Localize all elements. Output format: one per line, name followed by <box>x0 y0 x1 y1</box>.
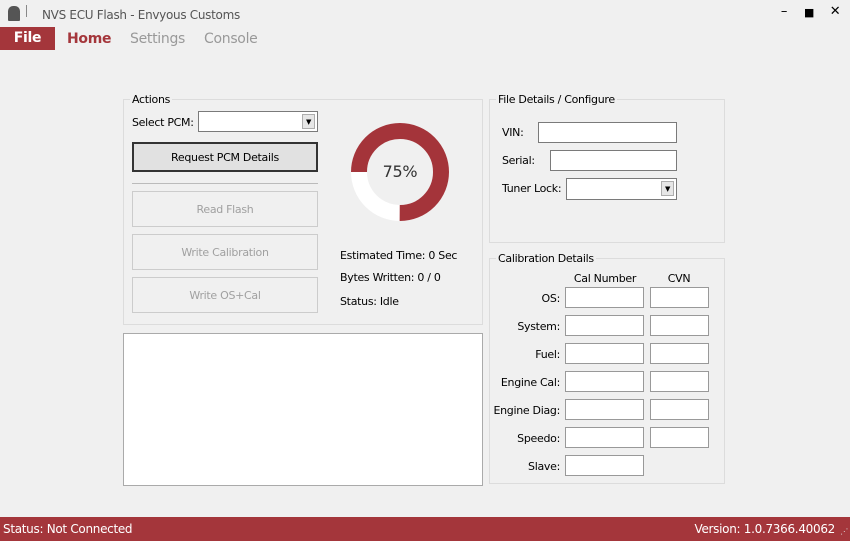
close-button[interactable]: ✕ <box>825 4 845 19</box>
cal-number-input[interactable] <box>565 287 644 308</box>
request-pcm-details-button[interactable]: Request PCM Details <box>132 142 318 172</box>
calibration-label: Calibration Details <box>496 252 596 265</box>
vin-input[interactable] <box>538 122 677 143</box>
serial-input[interactable] <box>550 150 677 171</box>
chevron-down-icon: ▼ <box>661 181 674 196</box>
cal-row-label: Engine Cal: <box>500 376 560 389</box>
estimated-time: Estimated Time: 0 Sec <box>340 249 458 262</box>
cal-row-label: System: <box>517 320 560 333</box>
select-pcm-dropdown[interactable]: ▼ <box>198 111 318 132</box>
tab-console[interactable]: Console <box>204 31 258 47</box>
chevron-down-icon: ▼ <box>302 114 315 129</box>
serial-label: Serial: <box>502 154 535 167</box>
cal-number-input[interactable] <box>565 315 644 336</box>
status-bar: Status: Not Connected Version: 1.0.7366.… <box>0 517 850 541</box>
bytes-written: Bytes Written: 0 / 0 <box>340 271 441 284</box>
cal-number-input[interactable] <box>565 427 644 448</box>
minimize-button[interactable]: – <box>774 4 794 19</box>
title-separator <box>26 5 27 17</box>
tab-home[interactable]: Home <box>67 31 112 47</box>
select-pcm-label: Select PCM: <box>132 116 194 129</box>
maximize-button[interactable]: ■ <box>799 6 819 19</box>
write-calibration-button[interactable]: Write Calibration <box>132 234 318 270</box>
file-menu[interactable]: File <box>0 27 55 50</box>
cal-row-label: Slave: <box>528 460 560 473</box>
actions-label: Actions <box>130 93 173 106</box>
cvn-input[interactable] <box>650 343 709 364</box>
cvn-input[interactable] <box>650 315 709 336</box>
resize-grip-icon[interactable]: ⋰ <box>840 527 848 536</box>
cal-number-input[interactable] <box>565 371 644 392</box>
read-flash-button[interactable]: Read Flash <box>132 191 318 227</box>
cvn-header: CVN <box>667 272 691 285</box>
flash-status: Status: Idle <box>340 295 399 308</box>
cvn-input[interactable] <box>650 427 709 448</box>
cvn-input[interactable] <box>650 287 709 308</box>
log-textbox[interactable] <box>123 333 483 486</box>
cal-row-label: Speedo: <box>517 432 560 445</box>
cal-row-label: Fuel: <box>535 348 560 361</box>
window-title: NVS ECU Flash - Envyous Customs <box>42 8 240 22</box>
file-details-label: File Details / Configure <box>496 93 617 106</box>
cal-number-input[interactable] <box>565 343 644 364</box>
tuner-lock-label: Tuner Lock: <box>502 182 562 195</box>
cal-row-label: OS: <box>541 292 561 305</box>
divider <box>132 183 318 184</box>
file-details-group <box>489 99 725 243</box>
progress-percent: 75% <box>382 162 418 181</box>
vin-label: VIN: <box>502 126 524 139</box>
connection-status: Status: Not Connected <box>3 522 133 536</box>
cal-row-label: Engine Diag: <box>493 404 560 417</box>
cal-number-input[interactable] <box>565 455 644 476</box>
write-os-cal-button[interactable]: Write OS+Cal <box>132 277 318 313</box>
tab-settings[interactable]: Settings <box>130 31 185 47</box>
cal-number-header: Cal Number <box>573 272 637 285</box>
cvn-input[interactable] <box>650 399 709 420</box>
tuner-lock-dropdown[interactable]: ▼ <box>566 178 677 200</box>
version-label: Version: 1.0.7366.40062 <box>694 522 835 536</box>
app-icon <box>8 6 20 21</box>
cvn-input[interactable] <box>650 371 709 392</box>
cal-number-input[interactable] <box>565 399 644 420</box>
